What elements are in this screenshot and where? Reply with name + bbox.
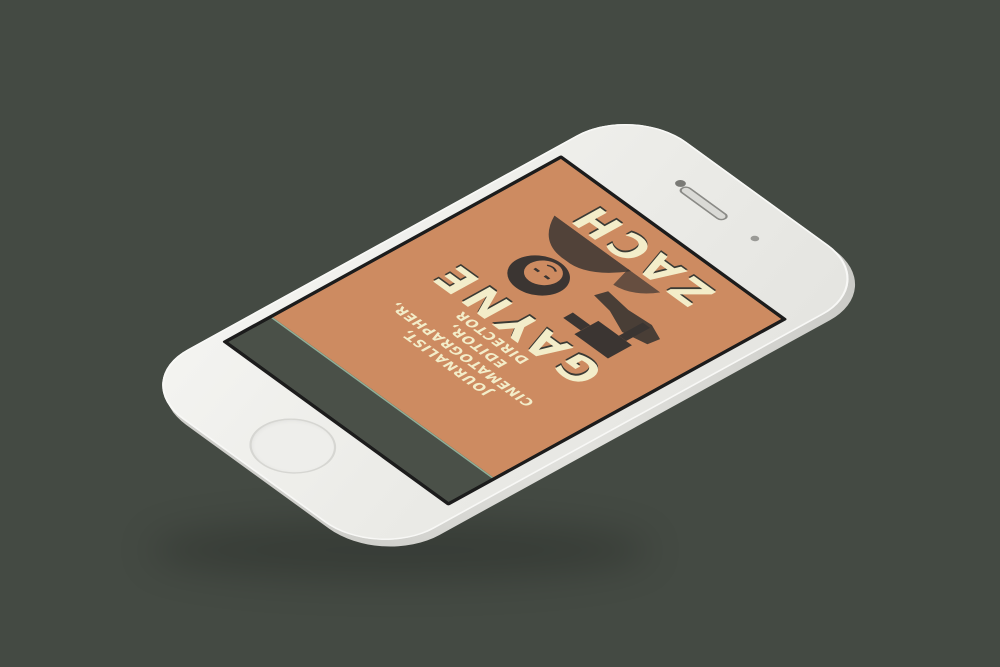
earpiece-icon <box>676 184 731 222</box>
sensor-icon <box>748 234 761 243</box>
scene: ZACH GAYNE JOURNALIST, CINEMATOGRAPHER, … <box>0 0 1000 667</box>
